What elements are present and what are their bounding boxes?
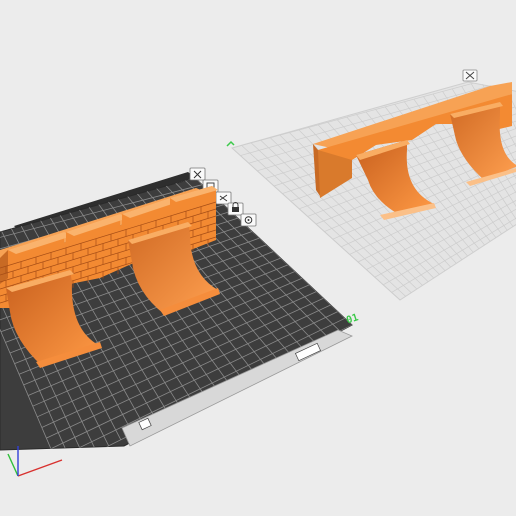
plate-1-close-icon[interactable] (189, 167, 206, 181)
lock-icon[interactable] (227, 202, 244, 216)
plate-2-close-icon[interactable] (462, 69, 478, 82)
3d-viewport[interactable]: 01 (0, 0, 516, 516)
plate-2-origin-icon (226, 140, 235, 147)
plate-1-number: 01 (345, 312, 360, 326)
orient-icon[interactable] (215, 191, 232, 205)
settings-icon[interactable] (240, 213, 257, 227)
axes-gizmo (7, 446, 63, 477)
